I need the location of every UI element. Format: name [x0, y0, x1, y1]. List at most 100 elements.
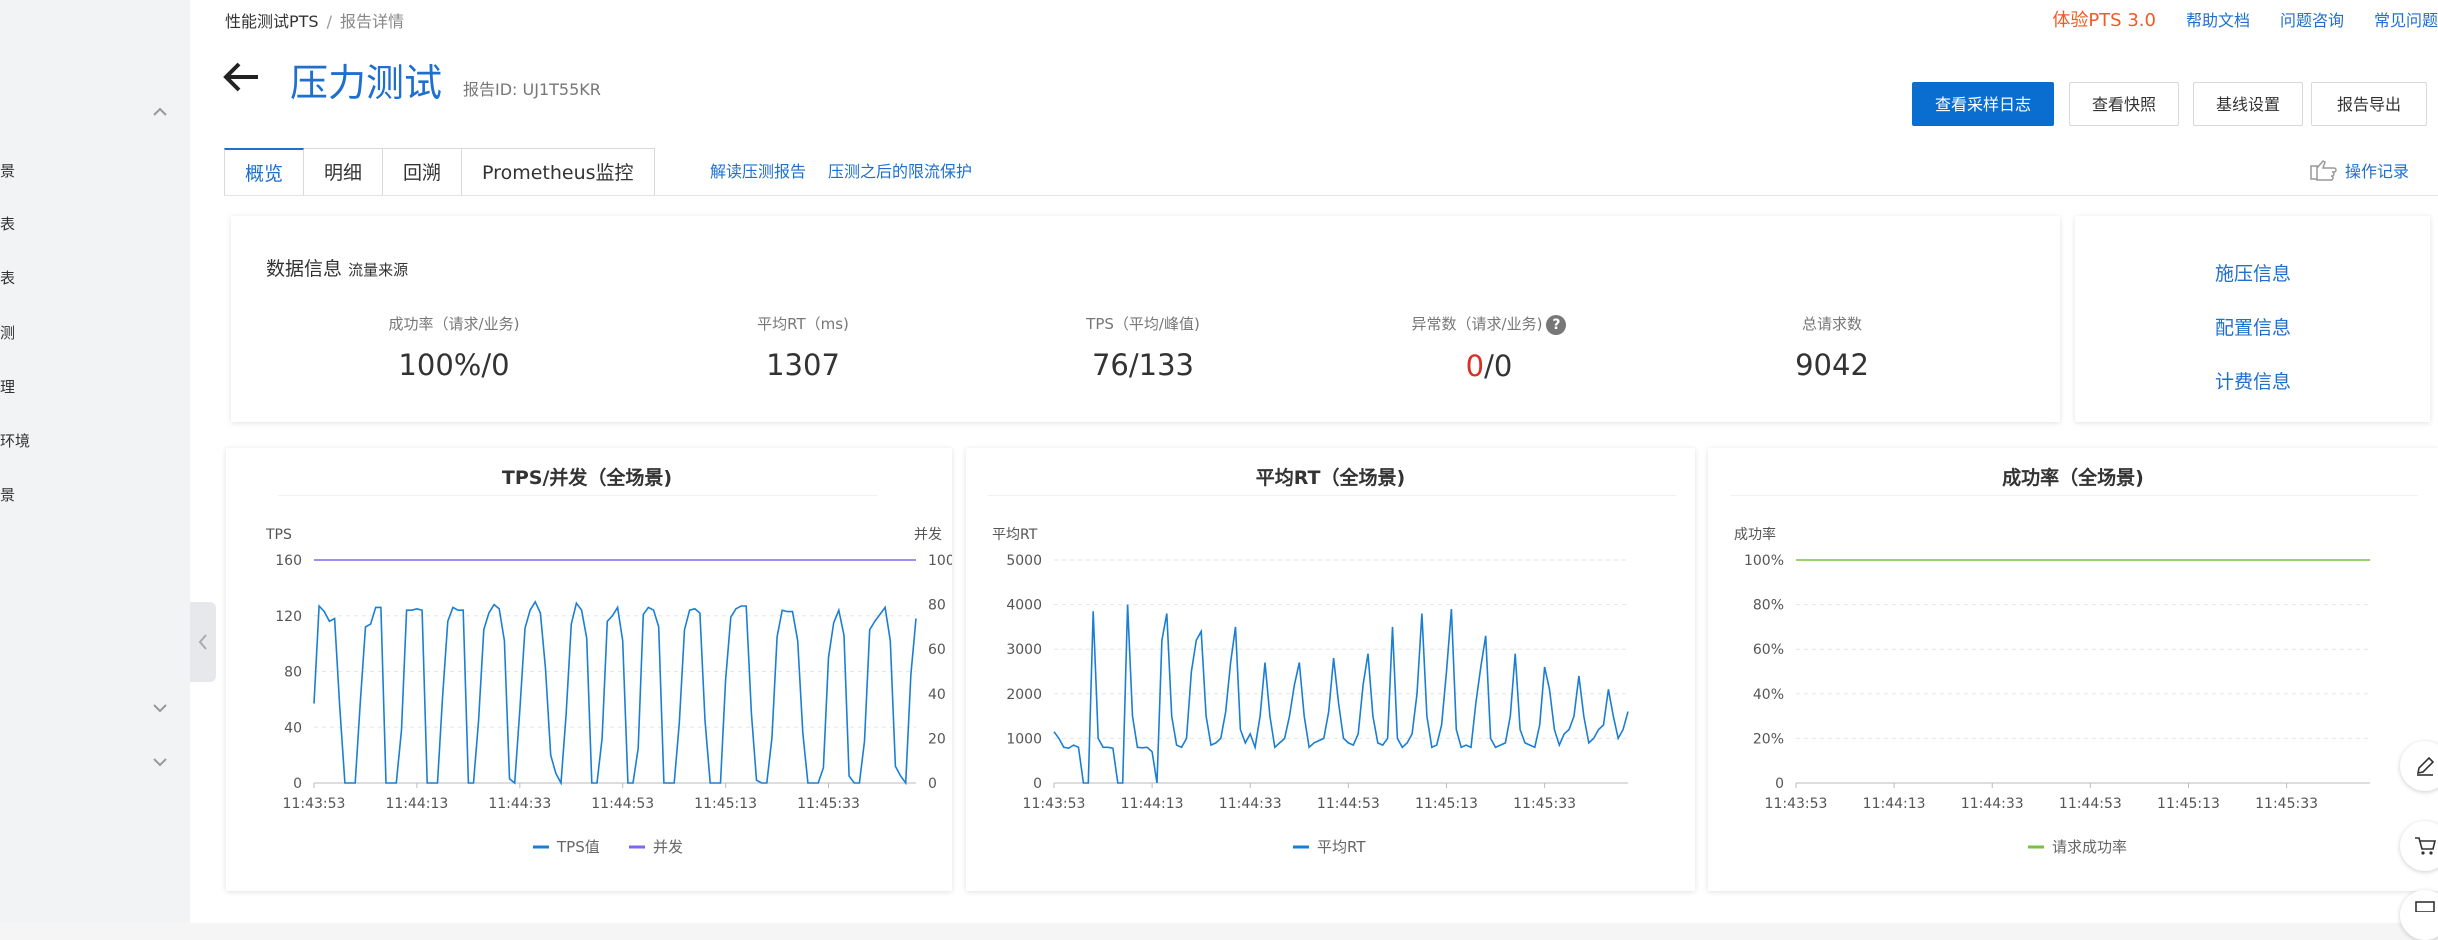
legend-label: TPS值: [556, 838, 600, 856]
metric-value: 100%/0: [398, 348, 510, 382]
error-count-value: 0: [1465, 348, 1485, 383]
y-tick-label: 20%: [1753, 731, 1784, 747]
sidebar-item[interactable]: 测: [0, 322, 15, 343]
faq-link[interactable]: 常见问题: [2374, 7, 2438, 31]
consult-link[interactable]: 问题咨询: [2280, 7, 2344, 31]
x-tick-label: 11:45:33: [1513, 796, 1576, 812]
tps-metric: TPS（平均/峰值) 76/133: [1023, 313, 1263, 382]
y-axis-label: 平均RT: [992, 527, 1038, 543]
chevron-up-icon[interactable]: [150, 102, 170, 122]
view-sample-log-button[interactable]: 查看采样日志: [1912, 82, 2054, 126]
page-title: 压力测试: [290, 61, 443, 105]
x-tick-label: 11:43:53: [283, 796, 346, 812]
metric-label: 成功率（请求/业务): [388, 315, 520, 333]
y2-tick-label: 100: [928, 553, 952, 569]
y-tick-label: 2000: [1006, 687, 1042, 703]
tab-divider: [224, 195, 2438, 196]
y2-axis-label: 并发: [914, 527, 942, 543]
x-tick-label: 11:45:13: [1415, 796, 1478, 812]
app-float-button[interactable]: [2400, 890, 2438, 940]
tab-prometheus[interactable]: Prometheus监控: [462, 148, 655, 196]
series-line: [1053, 604, 1629, 784]
tab-backtrack[interactable]: 回溯: [383, 148, 463, 196]
cart-icon: [2415, 837, 2437, 855]
legend-label: 请求成功率: [2052, 838, 2127, 856]
baseline-settings-button[interactable]: 基线设置: [2193, 82, 2303, 126]
success-rate-chart: 0 20% 40% 60% 80% 100% 成功率 11:43:53 11:44:13 11:4…: [1730, 495, 2418, 856]
chevron-left-icon: [198, 634, 207, 650]
breadcrumb-current: 报告详情: [339, 12, 404, 31]
y-tick-label: 60%: [1753, 642, 1784, 658]
data-info-title: 数据信息 流量来源: [266, 254, 408, 281]
sidebar-item[interactable]: 表: [0, 213, 15, 234]
config-info-link[interactable]: 配置信息: [2215, 313, 2291, 340]
x-tick-label: 11:44:33: [488, 796, 551, 812]
y2-tick-label: 60: [928, 642, 946, 658]
y-tick-label: 5000: [1006, 553, 1042, 569]
x-tick-label: 11:43:53: [1765, 796, 1828, 812]
tab-detail[interactable]: 明细: [304, 148, 384, 196]
metric-value: 76/133: [1091, 348, 1195, 382]
metric-label: TPS（平均/峰值): [1086, 315, 1200, 333]
x-tick-label: 11:44:33: [1219, 796, 1282, 812]
sidebar-item[interactable]: 景: [0, 484, 15, 505]
y-tick-label: 40%: [1753, 687, 1784, 703]
tps-concurrency-chart: 0 40 80 120 160 0 20 40 60 80 100 并发 TPS 11:43:53 11:4…: [265, 495, 952, 856]
rate-limit-protect-link[interactable]: 压测之后的限流保护: [828, 158, 972, 182]
x-tick-label: 11:43:53: [1023, 796, 1086, 812]
metric-value: 0/0: [1369, 349, 1609, 383]
export-report-button[interactable]: 报告导出: [2311, 82, 2427, 126]
sidebar-item[interactable]: 环境: [0, 430, 30, 451]
app-icon: [2415, 901, 2435, 912]
chart-title: TPS/并发（全场景): [501, 467, 673, 489]
y-axis-label: TPS: [265, 527, 292, 543]
legend-label: 平均RT: [1317, 838, 1366, 856]
metric-label: 总请求数: [1801, 315, 1862, 333]
load-info-link[interactable]: 施压信息: [2215, 259, 2291, 286]
sidebar-item[interactable]: 理: [0, 376, 15, 397]
y-tick-label: 80%: [1753, 598, 1784, 614]
tab-overview[interactable]: 概览: [224, 148, 305, 196]
x-tick-label: 11:45:13: [2157, 796, 2220, 812]
help-docs-link[interactable]: 帮助文档: [2186, 7, 2250, 31]
chevron-down-icon[interactable]: [150, 752, 170, 772]
chevron-down-icon[interactable]: [150, 698, 170, 718]
metric-value: 1307: [766, 348, 840, 382]
y-tick-label: 3000: [1006, 642, 1042, 658]
y-tick-label: 1000: [1006, 731, 1042, 747]
trial-pts3-link[interactable]: 体验PTS 3.0: [2052, 6, 2156, 32]
y2-tick-label: 20: [928, 731, 946, 747]
help-icon[interactable]: ?: [1546, 314, 1567, 335]
billing-info-link[interactable]: 计费信息: [2215, 367, 2291, 394]
y2-tick-label: 0: [928, 776, 937, 792]
y-axis-label: 成功率: [1734, 526, 1776, 543]
x-tick-label: 11:44:53: [591, 796, 654, 812]
x-tick-label: 11:44:13: [1121, 796, 1184, 812]
sidebar-item[interactable]: 景: [0, 160, 15, 181]
metric-value: 9042: [1795, 348, 1869, 382]
sidebar-item[interactable]: 表: [0, 267, 15, 288]
metric-label: 异常数（请求/业务): [1411, 315, 1543, 333]
top-links: 体验PTS 3.0 帮助文档 问题咨询 常见问题: [2052, 6, 2438, 32]
y-tick-label: 120: [275, 609, 302, 625]
breadcrumb: 性能测试PTS / 报告详情: [225, 8, 404, 32]
error-count-metric: 异常数（请求/业务)? 0/0: [1369, 313, 1609, 383]
back-arrow-icon[interactable]: [222, 60, 262, 94]
breadcrumb-root[interactable]: 性能测试PTS: [225, 12, 319, 31]
series-line: [313, 600, 917, 786]
view-snapshot-button[interactable]: 查看快照: [2069, 82, 2179, 126]
report-id: 报告ID: UJ1T55KR: [463, 76, 601, 100]
chart-title: 平均RT（全场景): [1255, 467, 1406, 489]
y-tick-label: 40: [284, 720, 302, 736]
report-tabs: 概览 明细 回溯 Prometheus监控: [224, 148, 655, 196]
sidebar-collapse-handle[interactable]: [190, 602, 216, 682]
avg-rt-chart: 0 1000 2000 3000 4000 5000 平均RT 11:43:53 11:44:1…: [988, 495, 1676, 856]
success-rate-metric: 成功率（请求/业务) 100%/0: [334, 313, 574, 382]
interpret-report-link[interactable]: 解读压测报告: [710, 158, 806, 182]
metric-label: 平均RT（ms): [757, 315, 849, 333]
y-tick-label: 80: [284, 665, 302, 681]
x-tick-label: 11:44:53: [1317, 796, 1380, 812]
report-id-value: UJ1T55KR: [522, 80, 601, 99]
x-tick-label: 11:44:53: [2059, 796, 2122, 812]
operation-log-link[interactable]: 操作记录: [2345, 158, 2409, 182]
